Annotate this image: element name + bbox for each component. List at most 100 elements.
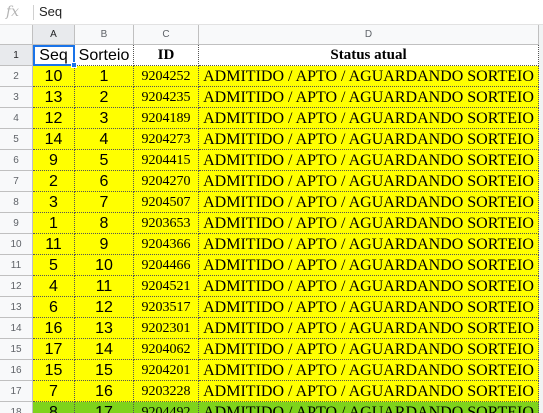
cell-id[interactable]: 9204201 [134,360,199,381]
header-cell-status[interactable]: Status atual [199,45,539,66]
header-cell-seq[interactable]: Seq [33,45,75,66]
cell-seq[interactable]: 14 [33,129,75,150]
cell-seq[interactable]: 17 [33,339,75,360]
cell-status[interactable]: ADMITIDO / APTO / AGUARDANDO SORTEIO [199,318,539,339]
cell-id[interactable]: 9204235 [134,87,199,108]
cell-seq[interactable]: 1 [33,213,75,234]
row-header-16[interactable]: 16 [0,360,33,381]
cell-id[interactable]: 9204366 [134,234,199,255]
cell-status[interactable]: ADMITIDO / APTO / AGUARDANDO SORTEIO [199,276,539,297]
cell-id[interactable]: 9204507 [134,192,199,213]
cell-seq[interactable]: 9 [33,150,75,171]
row-header-3[interactable]: 3 [0,87,33,108]
cell-seq[interactable]: 5 [33,255,75,276]
cell-status[interactable]: ADMITIDO / APTO / AGUARDANDO SORTEIO [199,339,539,360]
fx-icon: fx [6,4,20,20]
cell-status[interactable]: ADMITIDO / APTO / AGUARDANDO SORTEIO [199,213,539,234]
cell-seq[interactable]: 16 [33,318,75,339]
row-header-14[interactable]: 14 [0,318,33,339]
row-header-6[interactable]: 6 [0,150,33,171]
cell-status[interactable]: ADMITIDO / APTO / AGUARDANDO SORTEIO [199,129,539,150]
formula-bar: fx [0,0,543,25]
cell-id[interactable]: 9202301 [134,318,199,339]
cell-status[interactable]: ADMITIDO / APTO / AGUARDANDO SORTEIO [199,66,539,87]
cell-seq[interactable]: 13 [33,87,75,108]
cell-sorteio[interactable]: 5 [75,150,134,171]
cell-sorteio[interactable]: 2 [75,87,134,108]
cell-status[interactable]: ADMITIDO / APTO / AGUARDANDO SORTEIO [199,360,539,381]
cell-status[interactable]: ADMITIDO / APTO / AGUARDANDO SORTEIO [199,381,539,402]
cell-sorteio[interactable]: 9 [75,234,134,255]
row-header-11[interactable]: 11 [0,255,33,276]
row-header-5[interactable]: 5 [0,129,33,150]
row-header-7[interactable]: 7 [0,171,33,192]
cell-id[interactable]: 9204252 [134,66,199,87]
header-cell-id[interactable]: ID [134,45,199,66]
row-header-10[interactable]: 10 [0,234,33,255]
row-header-2[interactable]: 2 [0,66,33,87]
cell-id[interactable]: 9203228 [134,381,199,402]
row-header-1[interactable]: 1 [0,45,33,66]
cell-id[interactable]: 9204415 [134,150,199,171]
cell-status[interactable]: ADMITIDO / APTO / AGUARDANDO SORTEIO [199,297,539,318]
vertical-scrollbar[interactable] [539,25,543,413]
cell-status[interactable]: ADMITIDO / APTO / AGUARDANDO SORTEIO [199,402,539,413]
cell-sorteio[interactable]: 12 [75,297,134,318]
cell-seq[interactable]: 15 [33,360,75,381]
cell-sorteio[interactable]: 3 [75,108,134,129]
cell-seq[interactable]: 8 [33,402,75,413]
cell-seq[interactable]: 4 [33,276,75,297]
cell-status[interactable]: ADMITIDO / APTO / AGUARDANDO SORTEIO [199,234,539,255]
cell-id[interactable]: 9204521 [134,276,199,297]
cell-id[interactable]: 9204273 [134,129,199,150]
cell-sorteio[interactable]: 6 [75,171,134,192]
cell-status[interactable]: ADMITIDO / APTO / AGUARDANDO SORTEIO [199,150,539,171]
cell-seq[interactable]: 2 [33,171,75,192]
row-header-13[interactable]: 13 [0,297,33,318]
cell-seq[interactable]: 3 [33,192,75,213]
cell-status[interactable]: ADMITIDO / APTO / AGUARDANDO SORTEIO [199,108,539,129]
cell-seq[interactable]: 7 [33,381,75,402]
select-all-corner[interactable] [0,25,33,45]
row-header-4[interactable]: 4 [0,108,33,129]
cell-sorteio[interactable]: 16 [75,381,134,402]
cell-status[interactable]: ADMITIDO / APTO / AGUARDANDO SORTEIO [199,255,539,276]
cell-id[interactable]: 9203653 [134,213,199,234]
cell-sorteio[interactable]: 7 [75,192,134,213]
row-header-9[interactable]: 9 [0,213,33,234]
cell-sorteio[interactable]: 13 [75,318,134,339]
column-header-a[interactable]: A [33,25,75,45]
cell-id[interactable]: 9204189 [134,108,199,129]
cell-sorteio[interactable]: 4 [75,129,134,150]
column-header-c[interactable]: C [134,25,199,45]
fill-handle[interactable] [71,62,77,68]
cell-sorteio[interactable]: 15 [75,360,134,381]
cell-seq[interactable]: 11 [33,234,75,255]
cell-seq[interactable]: 10 [33,66,75,87]
cell-seq[interactable]: 6 [33,297,75,318]
cell-seq[interactable]: 12 [33,108,75,129]
cell-id[interactable]: 9204492 [134,402,199,413]
row-header-15[interactable]: 15 [0,339,33,360]
column-header-b[interactable]: B [75,25,134,45]
cell-id[interactable]: 9204062 [134,339,199,360]
cell-id[interactable]: 9204270 [134,171,199,192]
cell-sorteio[interactable]: 1 [75,66,134,87]
row-header-17[interactable]: 17 [0,381,33,402]
row-header-18[interactable]: 18 [0,402,33,413]
row-header-8[interactable]: 8 [0,192,33,213]
cell-id[interactable]: 9204466 [134,255,199,276]
cell-sorteio[interactable]: 17 [75,402,134,413]
cell-sorteio[interactable]: 10 [75,255,134,276]
formula-input[interactable] [39,2,539,22]
cell-status[interactable]: ADMITIDO / APTO / AGUARDANDO SORTEIO [199,192,539,213]
column-header-d[interactable]: D [199,25,539,45]
cell-id[interactable]: 9203517 [134,297,199,318]
cell-status[interactable]: ADMITIDO / APTO / AGUARDANDO SORTEIO [199,87,539,108]
cell-sorteio[interactable]: 8 [75,213,134,234]
cell-status[interactable]: ADMITIDO / APTO / AGUARDANDO SORTEIO [199,171,539,192]
cell-sorteio[interactable]: 14 [75,339,134,360]
header-cell-sorteio[interactable]: Sorteio [75,45,134,66]
cell-sorteio[interactable]: 11 [75,276,134,297]
row-header-12[interactable]: 12 [0,276,33,297]
